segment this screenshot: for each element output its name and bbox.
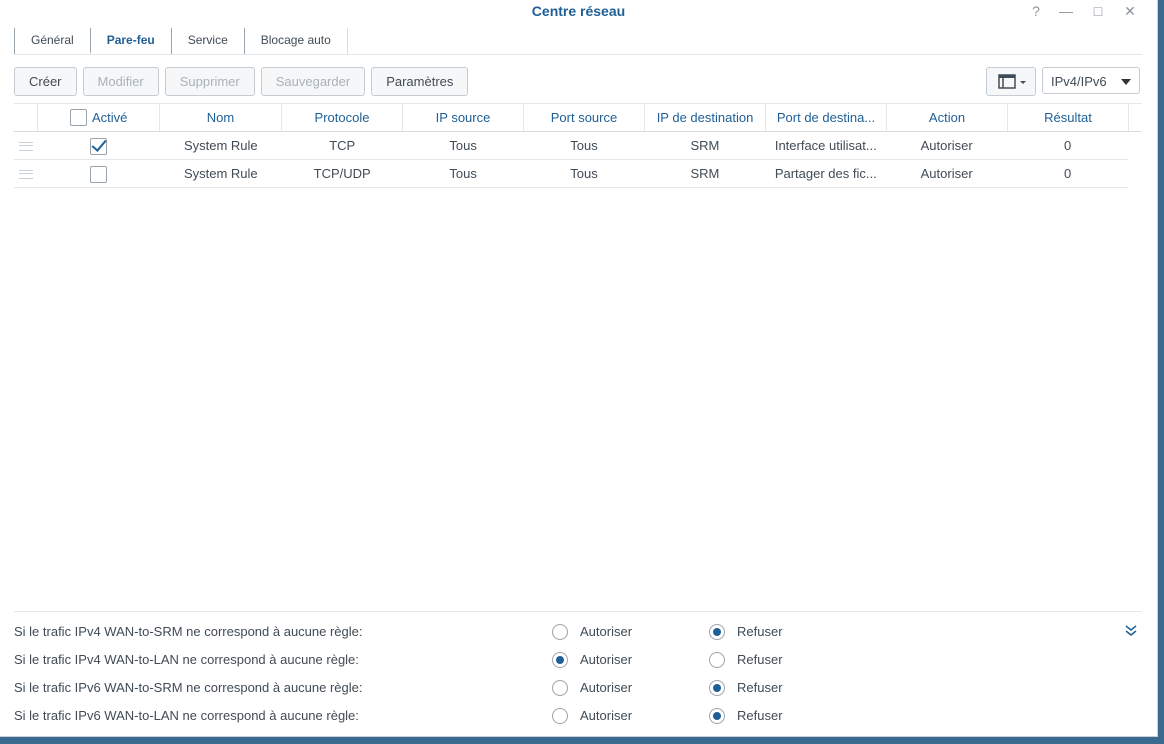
- policy-text: Si le trafic IPv6 WAN-to-SRM ne correspo…: [14, 680, 363, 695]
- deny-label[interactable]: Refuser: [737, 618, 783, 646]
- toolbar: Créer Modifier Supprimer Sauvegarder Par…: [14, 67, 469, 96]
- ip-version-select[interactable]: IPv4/IPv6: [1042, 67, 1140, 94]
- source-port-cell: Tous: [570, 166, 598, 181]
- deny-label[interactable]: Refuser: [737, 646, 783, 674]
- deny-radio[interactable]: [709, 652, 725, 668]
- modify-button[interactable]: Modifier: [82, 67, 159, 96]
- column-header-source-port[interactable]: Port source: [524, 104, 645, 131]
- table-row[interactable]: System Rule TCP/UDP Tous Tous SRM Partag…: [14, 160, 1128, 188]
- table-header: Activé Nom Protocole IP source Port sour…: [14, 103, 1142, 132]
- column-header-name[interactable]: Nom: [160, 104, 282, 131]
- column-header-action[interactable]: Action: [887, 104, 1008, 131]
- policy-row-ipv4-wan-lan: Si le trafic IPv4 WAN-to-LAN ne correspo…: [14, 646, 1142, 674]
- action-cell: Autoriser: [920, 166, 973, 181]
- settings-button[interactable]: Paramètres: [371, 67, 469, 96]
- policy-text: Si le trafic IPv6 WAN-to-LAN ne correspo…: [14, 708, 359, 723]
- allow-label[interactable]: Autoriser: [580, 702, 632, 730]
- maximize-icon[interactable]: □: [1088, 1, 1108, 21]
- allow-radio[interactable]: [552, 624, 568, 640]
- source-ip-cell: Tous: [449, 166, 477, 181]
- allow-label[interactable]: Autoriser: [580, 674, 632, 702]
- column-header-destination-port[interactable]: Port de destina...: [766, 104, 887, 131]
- policy-text: Si le trafic IPv4 WAN-to-LAN ne correspo…: [14, 652, 359, 667]
- drag-handle-icon: [18, 170, 33, 179]
- column-header-result[interactable]: Résultat: [1008, 104, 1129, 131]
- minimize-icon[interactable]: —: [1056, 1, 1076, 21]
- destination-port-cell: Partager des fic...: [774, 166, 877, 181]
- allow-radio[interactable]: [552, 708, 568, 724]
- deny-label[interactable]: Refuser: [737, 674, 783, 702]
- protocol-cell: TCP/UDP: [313, 166, 371, 181]
- tab-firewall[interactable]: Pare-feu: [89, 28, 171, 54]
- column-header-source-ip[interactable]: IP source: [403, 104, 524, 131]
- tab-bar: Général Pare-feu Service Blocage auto: [14, 28, 348, 54]
- title-bar: Centre réseau ? — □ ✕: [0, 0, 1157, 22]
- source-port-cell: Tous: [570, 138, 598, 153]
- destination-ip-cell: SRM: [690, 166, 720, 181]
- enabled-cell: [38, 132, 160, 159]
- column-header-protocol[interactable]: Protocole: [282, 104, 403, 131]
- allow-label[interactable]: Autoriser: [580, 618, 632, 646]
- view-toggle-button[interactable]: [986, 67, 1036, 96]
- tab-auto-block[interactable]: Blocage auto: [243, 28, 348, 54]
- tab-service[interactable]: Service: [170, 28, 244, 54]
- create-button[interactable]: Créer: [14, 67, 77, 96]
- result-cell: 0: [1063, 166, 1072, 181]
- source-ip-cell: Tous: [449, 138, 477, 153]
- drag-handle[interactable]: [14, 160, 38, 187]
- enabled-checkbox[interactable]: [90, 138, 108, 156]
- protocol-cell: TCP: [329, 138, 356, 153]
- name-cell: System Rule: [183, 166, 258, 181]
- allow-radio[interactable]: [552, 680, 568, 696]
- rules-table: Activé Nom Protocole IP source Port sour…: [14, 103, 1142, 188]
- action-cell: Autoriser: [920, 138, 973, 153]
- window-title: Centre réseau: [531, 3, 626, 19]
- policy-row-ipv6-wan-lan: Si le trafic IPv6 WAN-to-LAN ne correspo…: [14, 702, 1142, 730]
- layout-icon: [998, 74, 1026, 89]
- allow-radio[interactable]: [552, 652, 568, 668]
- destination-port-cell: Interface utilisat...: [774, 138, 877, 153]
- deny-radio[interactable]: [709, 708, 725, 724]
- policy-row-ipv6-wan-srm: Si le trafic IPv6 WAN-to-SRM ne correspo…: [14, 674, 1142, 702]
- ip-version-value: IPv4/IPv6: [1051, 74, 1107, 89]
- chevron-double-down-svg: [1125, 625, 1137, 636]
- enabled-checkbox[interactable]: [90, 166, 108, 184]
- close-icon[interactable]: ✕: [1120, 1, 1140, 21]
- network-center-window: Centre réseau ? — □ ✕ Général Pare-feu S…: [0, 0, 1158, 737]
- chevron-double-down-icon[interactable]: [1124, 624, 1138, 638]
- drag-handle[interactable]: [14, 132, 38, 159]
- column-header-enabled[interactable]: Activé: [38, 104, 160, 131]
- default-policy-panel: Si le trafic IPv4 WAN-to-SRM ne correspo…: [14, 611, 1142, 730]
- name-cell: System Rule: [183, 138, 258, 153]
- tab-divider: [14, 54, 1142, 55]
- drag-handle-icon: [18, 142, 33, 151]
- select-all-checkbox[interactable]: [70, 109, 87, 126]
- column-label: Activé: [92, 110, 128, 125]
- policy-row-ipv4-wan-srm: Si le trafic IPv4 WAN-to-SRM ne correspo…: [14, 618, 1142, 646]
- drag-column-header: [14, 104, 38, 131]
- enabled-cell: [38, 160, 160, 187]
- help-icon[interactable]: ?: [1026, 1, 1046, 21]
- deny-radio[interactable]: [709, 624, 725, 640]
- tab-general[interactable]: Général: [14, 28, 90, 54]
- save-button[interactable]: Sauvegarder: [260, 67, 366, 96]
- deny-label[interactable]: Refuser: [737, 702, 783, 730]
- allow-label[interactable]: Autoriser: [580, 646, 632, 674]
- chevron-down-icon: [1121, 79, 1131, 85]
- table-row[interactable]: System Rule TCP Tous Tous SRM Interface …: [14, 132, 1128, 160]
- destination-ip-cell: SRM: [690, 138, 720, 153]
- policy-text: Si le trafic IPv4 WAN-to-SRM ne correspo…: [14, 624, 363, 639]
- deny-radio[interactable]: [709, 680, 725, 696]
- delete-button[interactable]: Supprimer: [164, 67, 255, 96]
- column-header-destination-ip[interactable]: IP de destination: [645, 104, 766, 131]
- result-cell: 0: [1063, 138, 1072, 153]
